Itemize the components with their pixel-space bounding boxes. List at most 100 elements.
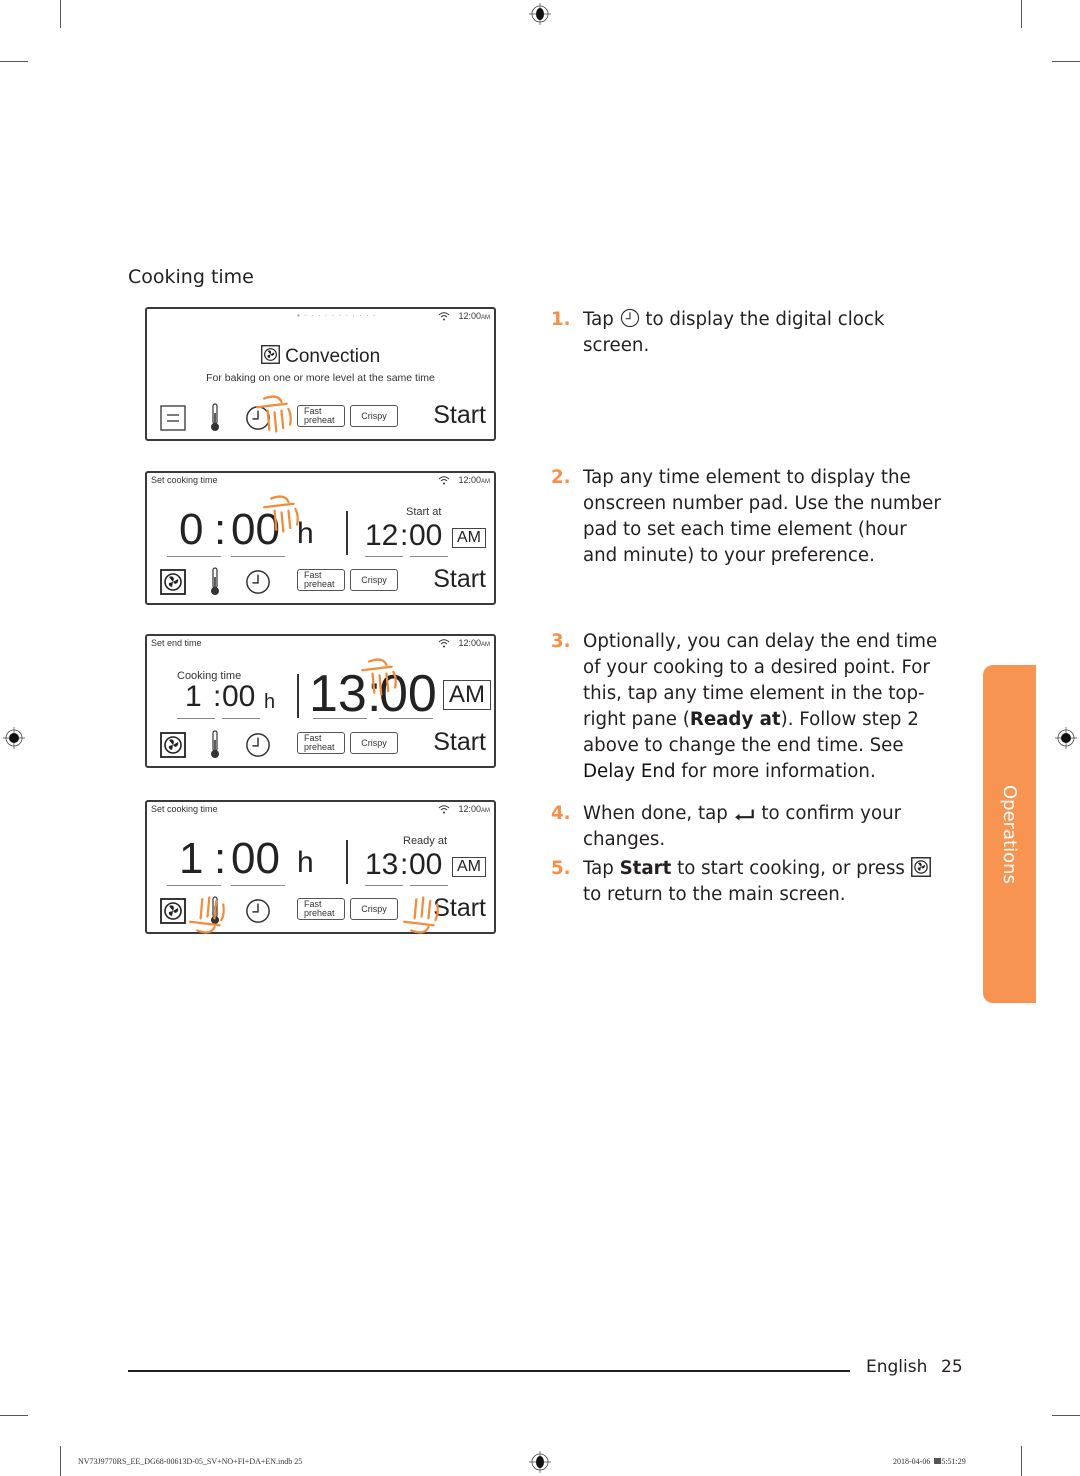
crispy-button[interactable]: Crispy [350,405,398,427]
tap-hand-icon [399,892,451,936]
fast-preheat-button[interactable]: Fast preheat [297,732,345,754]
clock-readout: 12:00 [458,475,481,485]
time-colon: : [400,519,409,552]
convection-icon[interactable] [160,898,186,924]
convection-icon[interactable] [160,569,186,595]
duration-minutes[interactable]: 00 [222,680,255,714]
oven-screen-mode: • · · · · · · · · · · · 12:00AM Convecti… [145,307,496,441]
crop-mark [60,1446,61,1476]
time-colon: : [214,505,227,554]
clock-readout: 12:00 [458,311,481,321]
step-number: 4. [551,803,571,824]
start-button[interactable]: Start [433,401,486,430]
menu-icon[interactable] [160,405,186,431]
footer-rule [128,1370,850,1372]
field-underline [379,718,433,719]
start-time-hours[interactable]: 12 [365,519,398,553]
panel-toolbar: Fast preheat Crispy Start [157,728,486,760]
oven-screen-set-end-time: Set end time 12:00AM Cooking time 1 : 00… [145,634,496,768]
crispy-button[interactable]: Crispy [350,898,398,920]
start-button[interactable]: Start [433,728,486,757]
footer-language: English [866,1357,928,1377]
clock-icon[interactable] [245,732,271,758]
wifi-icon [438,804,450,814]
status-bar: 12:00AM [438,804,490,814]
convection-icon [261,345,280,364]
step-number: 5. [551,858,571,879]
pane-divider [346,840,348,884]
mode-title: Convection [147,345,494,368]
tap-hand-icon [259,493,311,537]
duration-minutes[interactable]: 00 [231,834,280,884]
section-title: Cooking time [128,266,254,288]
ready-at-label: Ready at [403,835,448,847]
tap-hand-icon [357,656,409,700]
step-number: 1. [551,309,571,330]
clock-ampm: AM [481,808,490,814]
print-slug-timestamp: 2018-04-06 5:51:29 [893,1457,966,1466]
crispy-button[interactable]: Crispy [350,569,398,591]
field-underline [365,556,403,557]
crop-mark [1021,1446,1022,1476]
clock-ampm: AM [481,315,490,321]
crispy-button[interactable]: Crispy [350,732,398,754]
registration-mark-icon [3,727,25,749]
step-number: 2. [551,467,571,488]
step-text: When done, tap to confirm your changes. [583,803,902,850]
ampm-toggle[interactable]: AM [452,857,486,877]
registration-mark-icon [529,1451,551,1473]
page-number: 25 [941,1357,963,1377]
step-text: Optionally, you can delay the end time o… [583,631,938,782]
registration-mark-icon [529,3,551,25]
chapter-tab: Operations [983,665,1036,1003]
duration-hours[interactable]: 1 [185,680,202,714]
ampm-toggle[interactable]: AM [452,528,486,548]
wifi-icon [438,311,450,321]
ready-time-hours[interactable]: 13 [365,848,398,882]
clock-icon[interactable] [245,569,271,595]
crop-mark [0,1415,28,1416]
duration-hours[interactable]: 1 [179,834,203,884]
mode-description: For baking on one or more level at the s… [206,372,435,384]
duration-hours[interactable]: 0 [179,505,203,555]
ready-time-minutes[interactable]: 00 [409,848,442,882]
field-underline [222,718,260,719]
start-button[interactable]: Start [433,565,486,594]
chapter-tab-label: Operations [999,784,1020,884]
screen-title: Set end time [151,638,202,648]
convection-icon [911,857,931,877]
duration-unit: h [297,846,314,879]
crop-mark [1052,61,1080,62]
enter-icon [734,808,756,822]
oven-screen-set-cooking-time: Set cooking time 12:00AM 0 : 00 h Start … [145,471,496,605]
step-text: Tap to display the digital clock screen. [583,309,885,356]
clock-readout: 12:00 [458,804,481,814]
wifi-icon [438,638,450,648]
fast-preheat-button[interactable]: Fast preheat [297,405,345,427]
panel-toolbar: Fast preheat Crispy Start [157,565,486,597]
status-bar: 12:00AM [438,311,490,321]
status-bar: 12:00AM [438,475,490,485]
clock-readout: 12:00 [458,638,481,648]
field-underline [231,556,285,557]
clock-icon[interactable] [245,898,271,924]
page-indicator: • · · · · · · · · · · · [297,311,377,320]
convection-icon[interactable] [160,732,186,758]
tap-hand-icon [185,892,237,936]
fast-preheat-button[interactable]: Fast preheat [297,569,345,591]
panel-toolbar: Fast preheat Crispy Start [157,401,486,433]
crop-mark [60,0,61,28]
status-bar: 12:00AM [438,638,490,648]
step-text: Tap any time element to display the onsc… [583,467,941,566]
time-colon: : [400,848,409,881]
crop-mark [1052,1415,1080,1416]
start-at-label: Start at [406,506,442,518]
ampm-toggle[interactable]: AM [443,680,491,710]
start-time-minutes[interactable]: 00 [409,519,442,553]
thermometer-icon[interactable] [209,403,221,433]
oven-screen-ready-at: Set cooking time 12:00AM 1 : 00 h Ready … [145,800,496,934]
fast-preheat-button[interactable]: Fast preheat [297,898,345,920]
duration-unit: h [264,691,276,713]
thermometer-icon[interactable] [209,730,221,760]
thermometer-icon[interactable] [209,567,221,597]
